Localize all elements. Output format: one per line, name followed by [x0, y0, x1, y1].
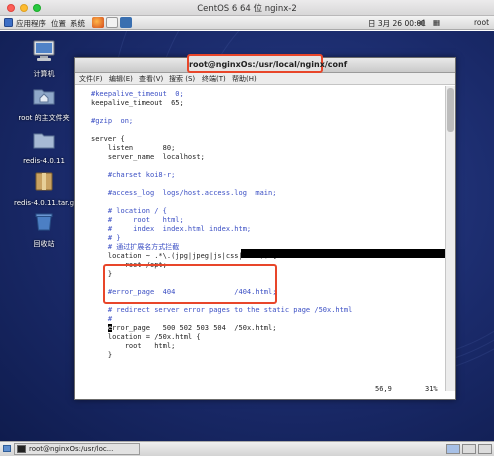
- menu-terminal[interactable]: 终端(T): [202, 74, 226, 84]
- bottom-taskbar: root@nginxOs:/usr/loc...: [0, 441, 494, 456]
- panel-user[interactable]: root: [474, 18, 489, 27]
- archive-icon: [14, 169, 74, 196]
- taskbar-item-label: root@nginxOs:/usr/loc...: [29, 445, 114, 453]
- firefox-icon[interactable]: [92, 17, 104, 28]
- terminal-title: root@nginxOs:/usr/local/nginx/conf: [187, 54, 347, 73]
- computer-icon: [14, 39, 74, 66]
- menu-view[interactable]: 查看(V): [139, 74, 163, 84]
- desktop: 计算机 root 的主文件夹 redis-4.0.11 redis-4.0.11…: [0, 31, 494, 441]
- desktop-icon-computer[interactable]: 计算机: [14, 39, 74, 79]
- desktop-icon-trash[interactable]: 回收站: [14, 209, 74, 249]
- mail-icon[interactable]: [106, 17, 118, 28]
- code-line: location = /50x.html {: [91, 333, 201, 341]
- highlight-box: [103, 264, 277, 304]
- menu-edit[interactable]: 编辑(E): [109, 74, 133, 84]
- menu-help[interactable]: 帮助(H): [232, 74, 257, 84]
- code-line: #charset koi8-r;: [91, 171, 176, 179]
- show-desktop-icon[interactable]: [3, 445, 11, 452]
- redacted-text-bar: [241, 249, 449, 258]
- network-icon[interactable]: ▦: [433, 18, 440, 27]
- code-line: #gzip on;: [91, 117, 134, 125]
- code-line-rest: rror_page 500 502 503 504 /50x.html;: [112, 324, 277, 332]
- terminal-menubar: 文件(F) 编辑(E) 查看(V) 搜索 (S) 终端(T) 帮助(H): [75, 73, 455, 85]
- code-line: # }: [91, 234, 121, 242]
- volume-icon[interactable]: ◀): [417, 18, 426, 27]
- trash-icon: [14, 209, 74, 236]
- code-line: # location / {: [91, 207, 167, 215]
- terminal-text-area[interactable]: #keepalive_timeout 0; keepalive_timeout …: [75, 86, 447, 391]
- menu-search[interactable]: 搜索 (S): [169, 74, 195, 84]
- menu-file[interactable]: 文件(F): [79, 74, 103, 84]
- code-line: }: [91, 351, 113, 359]
- desktop-icon-label: redis-4.0.11.tar.gz: [14, 199, 78, 207]
- code-line: # redirect server error pages to the sta…: [91, 306, 353, 314]
- code-line: root html;: [91, 342, 176, 350]
- file-percent: 31%: [425, 385, 438, 393]
- desktop-icon-label: 计算机: [33, 70, 55, 78]
- code-line: # index index.html index.htm;: [91, 225, 252, 233]
- menu-applications[interactable]: 应用程序: [16, 18, 46, 29]
- code-line: server {: [91, 135, 125, 143]
- home-folder-icon: [14, 83, 74, 110]
- terminal-window[interactable]: root@nginxOs:/usr/local/nginx/conf 文件(F)…: [74, 54, 456, 400]
- code-line: server_name localhost;: [91, 153, 205, 161]
- desktop-icon-label: 回收站: [33, 240, 55, 248]
- code-line: #keepalive_timeout 0;: [91, 90, 184, 98]
- host-window-title: CentOS 6 64 位 nginx-2: [197, 4, 297, 14]
- folder-icon: [14, 127, 74, 154]
- host-window-titlebar: CentOS 6 64 位 nginx-2: [0, 0, 494, 16]
- scrollbar-thumb[interactable]: [447, 88, 454, 132]
- code-line: # root html;: [91, 216, 184, 224]
- code-line: #: [91, 315, 113, 323]
- code-line: keepalive_timeout 65;: [91, 99, 184, 107]
- menu-places[interactable]: 位置: [51, 18, 66, 29]
- applications-icon: [4, 18, 13, 29]
- desktop-icon-label: root 的主文件夹: [18, 114, 70, 122]
- desktop-icon-redis-archive[interactable]: redis-4.0.11.tar.gz: [14, 169, 78, 207]
- terminal-scrollbar[interactable]: [445, 86, 455, 391]
- desktop-icon-home[interactable]: root 的主文件夹: [14, 83, 74, 123]
- desktop-icon-redis-folder[interactable]: redis-4.0.11: [14, 127, 74, 165]
- guest-top-panel: 应用程序 位置 系统 日 3月 26 00:01 ◀) ▦ root: [0, 16, 494, 30]
- taskbar-item-terminal[interactable]: root@nginxOs:/usr/loc...: [14, 443, 140, 455]
- code-line-cursor: error_page 500 502 503 504 /50x.html;: [91, 324, 276, 333]
- code-line: # 通过扩展名方式拦截: [91, 243, 180, 251]
- cursor-position: 56,9: [375, 385, 392, 393]
- code-line: #access_log logs/host.access.log main;: [91, 189, 277, 197]
- workspace-1[interactable]: [446, 444, 460, 454]
- terminal-titlebar[interactable]: root@nginxOs:/usr/local/nginx/conf: [75, 54, 455, 73]
- menu-system[interactable]: 系统: [70, 18, 85, 29]
- desktop-icon-label: redis-4.0.11: [23, 157, 65, 165]
- terminal-icon: [17, 445, 26, 453]
- workspace-2[interactable]: [462, 444, 476, 454]
- help-icon[interactable]: [120, 17, 132, 28]
- code-line: listen 80;: [91, 144, 176, 152]
- workspace-3[interactable]: [478, 444, 492, 454]
